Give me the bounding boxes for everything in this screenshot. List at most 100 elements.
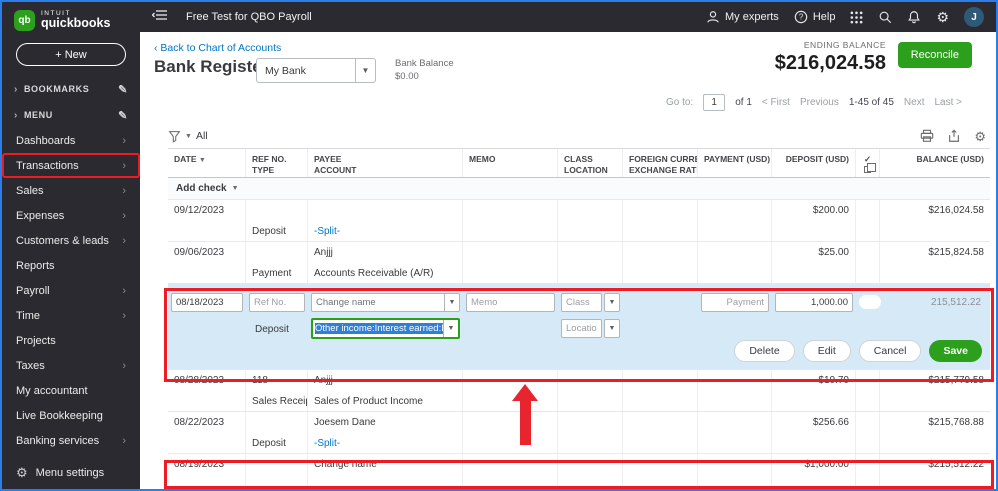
chevron-down-icon: ▼ xyxy=(231,185,239,192)
sidebar-item-transactions[interactable]: Transactions › xyxy=(2,153,140,178)
previous-page-link[interactable]: Previous xyxy=(800,97,839,108)
header-class-location: CLASS LOCATION xyxy=(558,149,623,177)
table-row[interactable]: 09/12/2023 Deposit -Split- $200.00 $216,… xyxy=(168,200,990,242)
edit-deposit-input[interactable] xyxy=(775,293,853,312)
table-settings-gear-icon[interactable]: ⚙ xyxy=(974,130,986,143)
table-row[interactable]: 08/28/2023 118 Sales Receipt Anjjj Sales o… xyxy=(168,370,990,412)
edit-payment-input[interactable] xyxy=(701,293,769,312)
chevron-down-icon[interactable]: ▼ xyxy=(604,318,620,338)
sidebar-item-time[interactable]: Time › xyxy=(2,303,140,328)
header-memo: MEMO xyxy=(463,149,558,177)
main-content: ‹ Back to Chart of Accounts Bank Registe… xyxy=(140,32,996,489)
sidebar-item-sales[interactable]: Sales › xyxy=(2,178,140,203)
cell-payee: Change name xyxy=(314,459,377,470)
cell-type: Deposit xyxy=(252,226,286,237)
header-balance: BALANCE (USD) xyxy=(916,154,984,164)
user-avatar[interactable]: J xyxy=(964,7,984,27)
sidebar-item-payroll[interactable]: Payroll › xyxy=(2,278,140,303)
header-date[interactable]: DATE ▼ xyxy=(168,149,246,177)
last-page-link[interactable]: Last > xyxy=(934,97,962,108)
table-row[interactable]: 09/06/2023 Payment Anjjj Accounts Receiva… xyxy=(168,242,990,284)
edit-date-input[interactable] xyxy=(171,293,243,312)
cell-type: Deposit xyxy=(252,438,286,449)
bookmarks-section[interactable]: › BOOKMARKS ✎ xyxy=(2,76,140,102)
apps-grid-icon[interactable] xyxy=(850,11,863,24)
chevron-right-icon: › xyxy=(122,209,126,222)
cell-date: 09/12/2023 xyxy=(174,205,225,216)
hamburger-icon[interactable] xyxy=(151,8,168,27)
chevron-right-icon: › xyxy=(122,184,126,197)
svg-text:?: ? xyxy=(799,13,804,22)
sidebar-item-projects[interactable]: Projects xyxy=(2,328,140,353)
page-number-input[interactable] xyxy=(703,94,726,111)
company-name: Free Test for QBO Payroll xyxy=(186,11,312,23)
first-page-link[interactable]: < First xyxy=(762,97,790,108)
bank-account-select[interactable]: My Bank ▼ xyxy=(256,58,376,83)
chevron-right-icon: › xyxy=(122,434,126,447)
table-row[interactable]: 08/22/2023 Deposit Joesem Dane -Split- $2… xyxy=(168,412,990,454)
header-ref-type: REF NO. TYPE xyxy=(246,149,308,177)
menu-section[interactable]: › MENU ✎ xyxy=(2,102,140,128)
chevron-right-icon: › xyxy=(122,309,126,322)
cell-balance: $215,768.88 xyxy=(928,417,984,428)
delete-button[interactable]: Delete xyxy=(734,340,795,362)
ending-balance: ENDING BALANCE $216,024.58 xyxy=(774,40,886,74)
next-page-link[interactable]: Next xyxy=(904,97,925,108)
reconcile-button[interactable]: Reconcile xyxy=(897,42,972,68)
filter-dropdown[interactable]: ▼ All xyxy=(168,130,208,143)
save-button[interactable]: Save xyxy=(929,340,982,362)
new-button[interactable]: + New xyxy=(16,43,126,66)
sidebar-item-expenses[interactable]: Expenses › xyxy=(2,203,140,228)
funnel-icon xyxy=(168,130,181,143)
sidebar-item-my-accountant[interactable]: My accountant xyxy=(2,378,140,403)
cell-ref: 118 xyxy=(252,375,268,386)
edit-account-select[interactable]: Other income:Interest earned:Inte ▼ xyxy=(311,317,460,339)
cell-payee: Anjjj xyxy=(314,375,333,386)
notifications-bell-icon[interactable] xyxy=(907,10,921,24)
chevron-right-icon: › xyxy=(122,134,126,147)
header-deposit: DEPOSIT (USD) xyxy=(772,149,856,177)
add-check-row[interactable]: Add check ▼ xyxy=(168,178,990,200)
edit-cleared-checkbox[interactable] xyxy=(859,295,881,309)
help-button[interactable]: ? Help xyxy=(794,10,835,24)
edit-button[interactable]: Edit xyxy=(802,340,851,362)
split-link[interactable]: -Split- xyxy=(308,433,462,453)
sidebar-item-dashboards[interactable]: Dashboards › xyxy=(2,128,140,153)
table-row[interactable]: 08/19/2023 Change name $1,000.00 $215,51… xyxy=(168,454,990,489)
print-icon[interactable] xyxy=(920,129,934,143)
sidebar: qb INTUIT quickbooks + New › BOOKMARKS ✎… xyxy=(2,2,140,489)
sidebar-item-taxes[interactable]: Taxes › xyxy=(2,353,140,378)
split-link[interactable]: -Split- xyxy=(308,221,462,241)
edit-ref-input[interactable] xyxy=(249,293,305,312)
header-foreign-currency: FOREIGN CURRENCYEXCHANGE RATE xyxy=(623,149,698,177)
sidebar-item-banking-services[interactable]: Banking services › xyxy=(2,428,140,453)
edit-memo-input[interactable] xyxy=(466,293,555,312)
settings-gear-icon[interactable]: ⚙ xyxy=(936,10,949,24)
cell-deposit: $10.70 xyxy=(818,375,849,386)
copy-icon xyxy=(864,163,876,173)
cell-type: Sales Receipt xyxy=(252,396,307,407)
chevron-right-icon: › xyxy=(122,159,126,172)
transaction-edit-row: Change name ▼ ▼ 215,512.22 xyxy=(168,284,990,370)
sidebar-item-customers-leads[interactable]: Customers & leads › xyxy=(2,228,140,253)
person-icon xyxy=(706,10,720,24)
cancel-button[interactable]: Cancel xyxy=(858,340,922,362)
sidebar-item-reports[interactable]: Reports xyxy=(2,253,140,278)
pencil-icon[interactable]: ✎ xyxy=(118,109,128,122)
bank-balance: Bank Balance $0.00 xyxy=(395,58,454,82)
back-to-chart-of-accounts-link[interactable]: ‹ Back to Chart of Accounts xyxy=(154,42,281,54)
sidebar-item-live-bookkeeping[interactable]: Live Bookkeeping xyxy=(2,403,140,428)
cell-payee: Joesem Dane xyxy=(314,417,376,428)
export-icon[interactable] xyxy=(947,129,961,143)
edit-class-input[interactable] xyxy=(561,292,602,312)
menu-settings[interactable]: ⚙ Menu settings xyxy=(2,466,140,479)
page-of-label: of 1 xyxy=(735,97,752,108)
edit-payee-select[interactable]: Change name ▼ xyxy=(311,292,460,312)
topbar: Free Test for QBO Payroll My experts ? H… xyxy=(140,2,996,32)
search-icon[interactable] xyxy=(878,10,892,24)
edit-location-input[interactable] xyxy=(561,318,602,338)
filter-label: All xyxy=(195,130,208,142)
chevron-down-icon[interactable]: ▼ xyxy=(604,292,620,312)
my-experts-button[interactable]: My experts xyxy=(706,10,779,24)
pencil-icon[interactable]: ✎ xyxy=(118,83,128,96)
